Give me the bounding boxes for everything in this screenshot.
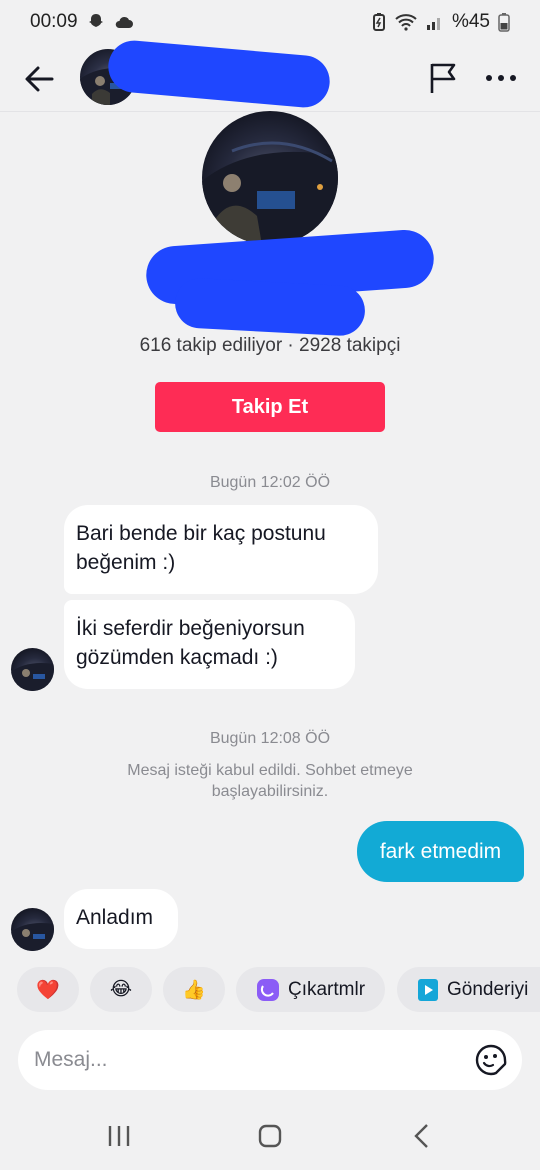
follow-stats: 616 takip ediliyor · 2928 takipçi [139,335,401,356]
wifi-icon [395,14,417,31]
recent-apps-icon[interactable] [99,1119,139,1153]
thumbs-up-icon: 👍 [182,979,206,1001]
stickers-label: Çıkartmlr [287,978,366,1000]
status-bar: 00:09 %45 [0,0,540,44]
battery-icon [498,13,510,32]
incoming-message[interactable]: Anladım [64,889,178,949]
report-flag-icon[interactable] [426,60,462,96]
message-timestamp: Bugün 12:02 ÖÖ [209,474,331,491]
emoji-sticker-icon[interactable] [474,1043,508,1077]
outgoing-message[interactable]: fark etmedim [357,821,524,882]
redaction-mark [106,38,332,110]
request-accepted-notice: Mesaj isteği kabul edildi. Sohbet etmeye… [127,762,413,800]
video-post-icon [418,978,438,1001]
battery-saver-icon [372,13,385,31]
incoming-message[interactable]: Bari bende bir kaç postunu beğenim :) [64,505,378,594]
heart-reaction-button[interactable]: ❤️ [17,967,79,1012]
follow-button[interactable]: Takip Et [155,382,385,432]
thumbs-up-reaction-button[interactable]: 👍 [163,967,225,1012]
back-arrow-icon[interactable] [22,62,56,96]
send-post-button[interactable]: Gönderiyi [397,967,540,1012]
more-options-icon[interactable] [484,66,518,90]
signal-icon [426,18,440,30]
status-time: 00:09 [30,11,78,32]
sender-avatar[interactable] [11,648,54,691]
snapchat-icon [88,14,103,27]
sender-avatar[interactable] [11,908,54,951]
quick-reactions: ❤️ 😂 👍 Çıkartmlr Gönderiyi [17,967,540,1012]
heart-icon: ❤️ [36,979,60,1001]
system-back-icon[interactable] [402,1119,442,1153]
message-input[interactable] [34,1038,454,1082]
battery-percent: %45 [451,11,490,32]
chat-header: bl [0,38,540,112]
laughing-face-icon: 😂 [109,979,133,1000]
home-icon[interactable] [250,1119,290,1153]
cloud-icon [115,16,133,28]
message-composer [18,1030,522,1090]
laugh-reaction-button[interactable]: 😂 [90,967,152,1012]
send-post-label: Gönderiyi [447,978,529,1000]
message-timestamp: Bugün 12:08 ÖÖ [209,730,331,747]
incoming-message[interactable]: İki seferdir beğeniyorsun gözümden kaçma… [64,600,355,689]
redaction-mark [173,277,367,337]
system-nav-bar [0,1105,540,1170]
stickers-button[interactable]: Çıkartmlr [236,967,385,1012]
sticker-icon [256,978,279,1001]
profile-avatar[interactable] [202,111,338,245]
